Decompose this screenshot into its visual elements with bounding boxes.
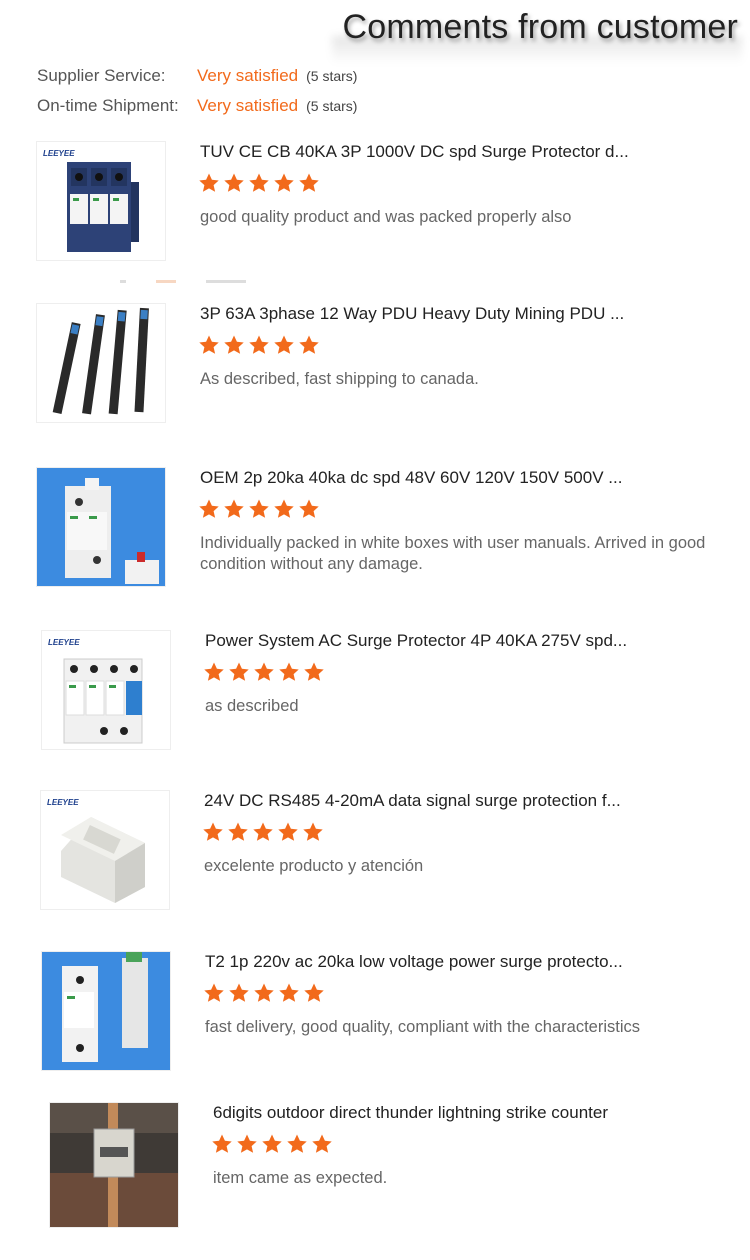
signal-surge-protector-image[interactable]: LEEYEE: [41, 791, 169, 909]
star-icon: [203, 822, 223, 841]
star-rating: [203, 982, 325, 1004]
star-icon: [228, 822, 248, 841]
star-icon: [229, 662, 249, 681]
star-icon: [304, 662, 324, 681]
star-icon: [254, 662, 274, 681]
page-title: Comments from customer: [342, 8, 738, 46]
star-rating: [198, 172, 320, 194]
product-title[interactable]: 24V DC RS485 4-20mA data signal surge pr…: [204, 791, 621, 811]
star-icon: [279, 662, 299, 681]
rating-value: Very satisfied: [197, 66, 299, 85]
star-icon: [274, 335, 294, 354]
star-icon: [199, 499, 219, 518]
star-icon: [299, 335, 319, 354]
surge-protector-4p-image[interactable]: LEEYEE: [42, 631, 170, 749]
star-icon: [229, 983, 249, 1002]
review-comment: item came as expected.: [213, 1169, 388, 1187]
star-icon: [299, 499, 319, 518]
brand-logo-text: LEEYEE: [47, 798, 79, 807]
star-icon: [312, 1134, 332, 1153]
rating-label: Supplier Service:: [37, 66, 166, 85]
product-title[interactable]: 6digits outdoor direct thunder lightning…: [213, 1103, 608, 1123]
rating-on-time-shipment: On-time Shipment: Very satisfied (5 stars): [37, 96, 357, 116]
star-icon: [224, 499, 244, 518]
star-icon: [274, 173, 294, 192]
surge-protector-1p-image[interactable]: [42, 952, 170, 1070]
review-comment: as described: [205, 697, 299, 715]
star-icon: [254, 983, 274, 1002]
star-icon: [237, 1134, 257, 1153]
product-title[interactable]: T2 1p 220v ac 20ka low voltage power sur…: [205, 952, 623, 972]
rating-supplier-service: Supplier Service: Very satisfied (5 stars): [37, 66, 357, 86]
star-icon: [274, 499, 294, 518]
rating-label: On-time Shipment:: [37, 96, 179, 115]
star-icon: [199, 335, 219, 354]
review-comment: fast delivery, good quality, compliant w…: [205, 1018, 641, 1036]
product-title[interactable]: TUV CE CB 40KA 3P 1000V DC spd Surge Pro…: [200, 142, 629, 162]
star-icon: [212, 1134, 232, 1153]
star-icon: [278, 822, 298, 841]
star-icon: [249, 173, 269, 192]
star-rating: [198, 498, 320, 520]
star-icon: [287, 1134, 307, 1153]
brand-logo-text: LEEYEE: [43, 149, 75, 158]
star-rating: [211, 1133, 333, 1155]
star-rating: [202, 821, 324, 843]
rating-value: Very satisfied: [197, 96, 299, 115]
divider: [120, 270, 370, 283]
rating-stars-text: (5 stars): [306, 98, 358, 114]
lightning-counter-image[interactable]: [50, 1103, 178, 1227]
review-comment: As described, fast shipping to canada.: [200, 370, 479, 388]
star-rating: [203, 661, 325, 683]
product-title[interactable]: OEM 2p 20ka 40ka dc spd 48V 60V 120V 150…: [200, 468, 622, 488]
review-comment: good quality product and was packed prop…: [200, 208, 572, 226]
product-title[interactable]: 3P 63A 3phase 12 Way PDU Heavy Duty Mini…: [200, 304, 624, 324]
star-icon: [199, 173, 219, 192]
star-icon: [224, 335, 244, 354]
star-icon: [299, 173, 319, 192]
star-icon: [204, 983, 224, 1002]
rating-stars-text: (5 stars): [306, 68, 358, 84]
surge-protector-3p-image[interactable]: LEEYEE: [37, 142, 165, 260]
product-title[interactable]: Power System AC Surge Protector 4P 40KA …: [205, 631, 627, 651]
star-icon: [279, 983, 299, 1002]
star-icon: [262, 1134, 282, 1153]
star-icon: [303, 822, 323, 841]
review-comment: Individually packed in white boxes with …: [200, 534, 706, 573]
star-icon: [224, 173, 244, 192]
star-icon: [249, 335, 269, 354]
star-rating: [198, 334, 320, 356]
star-icon: [304, 983, 324, 1002]
star-icon: [249, 499, 269, 518]
surge-protector-2p-image[interactable]: [37, 468, 165, 586]
star-icon: [253, 822, 273, 841]
pdu-strips-image[interactable]: [37, 304, 165, 422]
review-comment: excelente producto y atención: [204, 857, 424, 875]
brand-logo-text: LEEYEE: [48, 638, 80, 647]
star-icon: [204, 662, 224, 681]
